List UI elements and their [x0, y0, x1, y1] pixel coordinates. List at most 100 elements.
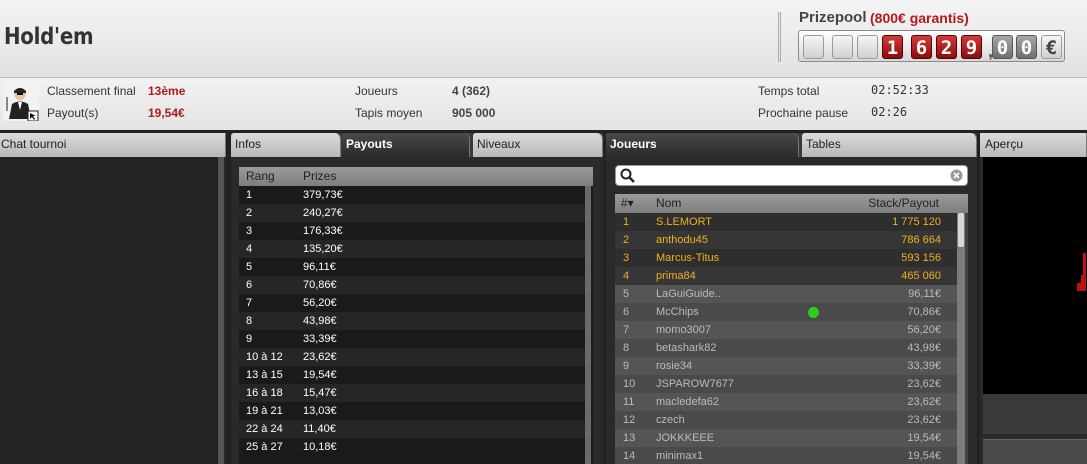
payout-row: 3 176,33€: [239, 222, 585, 240]
online-status-icon: [808, 307, 819, 318]
header-divider: [778, 12, 781, 62]
player-row[interactable]: 1 S.LEMORT 1 775 120: [615, 213, 957, 231]
players-scrollbar[interactable]: [957, 213, 965, 464]
player-stack: 465 060: [901, 270, 941, 282]
prizepool-currency: €: [1041, 35, 1062, 59]
payouts-scrollbar[interactable]: [585, 186, 591, 464]
tab-chat[interactable]: Chat tournoi: [0, 133, 226, 157]
payout-row: 6 70,86€: [239, 276, 585, 294]
tab-joueurs[interactable]: Joueurs: [606, 133, 799, 157]
tab-tables[interactable]: Tables: [802, 133, 977, 157]
payout-rank: 3: [246, 225, 253, 237]
avatar-icon[interactable]: [3, 83, 39, 121]
column-header-rang[interactable]: Rang: [246, 167, 275, 186]
player-name: JOKKKEEE: [656, 432, 715, 444]
payout-prize: 96,11€: [303, 261, 336, 273]
tournament-stats: Classement final 13ème Payout(s) 19,54€ …: [0, 78, 1087, 130]
player-rank: 10: [623, 378, 636, 390]
joueurs-value: 4 (362): [452, 84, 491, 98]
clear-icon[interactable]: [950, 169, 963, 182]
payout-rank: 4: [246, 243, 253, 255]
payout-rank: 8: [246, 315, 253, 327]
prizepool-cent-digit: 0: [1016, 35, 1037, 59]
prizepool-digit: 9: [961, 35, 982, 59]
player-search-field[interactable]: [615, 165, 968, 186]
payout-row: 9 33,39€: [239, 330, 585, 348]
player-stack: 23,62€: [907, 378, 941, 390]
payouts-tabbar: Infos Payouts Niveaux: [231, 133, 603, 157]
player-name: JSPAROW7677: [656, 378, 735, 390]
payout-row: 8 43,98€: [239, 312, 585, 330]
player-stack: 19,54€: [907, 450, 941, 462]
player-row[interactable]: 12 czech 23,62€: [615, 411, 957, 429]
payout-rank: 2: [246, 207, 253, 219]
payouts-panel: Infos Payouts Niveaux Rang Prizes 1 379,7…: [231, 133, 603, 464]
player-stack: 33,39€: [907, 360, 941, 372]
player-rank: 8: [623, 342, 630, 354]
prizepool-digit: 1: [882, 35, 903, 59]
payout-prize: 33,39€: [303, 333, 337, 345]
player-row[interactable]: 2 anthodu45 786 664: [615, 231, 957, 249]
column-header-nom[interactable]: Nom: [656, 194, 681, 213]
payout-value: 19,54€: [148, 106, 185, 120]
player-rank: 5: [623, 288, 630, 300]
tab-niveaux[interactable]: Niveaux: [473, 133, 603, 157]
classement-label: Classement final: [47, 84, 136, 98]
tab-payouts[interactable]: Payouts: [342, 133, 470, 157]
payout-rank: 25 à 27: [246, 441, 283, 453]
payout-row: 10 à 12 23,62€: [239, 348, 585, 366]
player-stack: 23,62€: [907, 396, 941, 408]
player-stack: 23,62€: [907, 414, 941, 426]
player-stack: 19,54€: [907, 432, 941, 444]
player-rank: 9: [623, 360, 630, 372]
player-row[interactable]: 3 Marcus-Titus 593 156: [615, 249, 957, 267]
prizepool-digit: [857, 35, 878, 59]
payout-rank: 10 à 12: [246, 351, 283, 363]
player-rank: 7: [623, 324, 630, 336]
payout-rank: 16 à 18: [246, 387, 283, 399]
payout-row: 22 à 24 11,40€: [239, 420, 585, 438]
payout-prize: 13,03€: [303, 405, 337, 417]
column-header-prizes[interactable]: Prizes: [303, 167, 336, 186]
tab-apercu[interactable]: Aperçu: [980, 133, 1087, 157]
search-icon: [620, 168, 635, 183]
player-name: momo3007: [656, 324, 712, 336]
page-title: Hold'em: [4, 24, 94, 50]
players-scrollbar-thumb[interactable]: [958, 213, 964, 247]
table-preview[interactable]: [983, 157, 1087, 394]
payout-rank: 19 à 21: [246, 405, 283, 417]
payout-prize: 70,86€: [303, 279, 337, 291]
player-name: prima84: [656, 270, 696, 282]
prizepool-label: Prizepool: [799, 9, 867, 26]
player-row[interactable]: 8 betashark82 43,98€: [615, 339, 957, 357]
prizepool-cent-digit: 0: [992, 35, 1013, 59]
payout-rank: 1: [246, 189, 253, 201]
player-rank: 3: [623, 252, 630, 264]
player-name: LaGuiGuide..: [656, 288, 721, 300]
player-row[interactable]: 4 prima84 465 060: [615, 267, 957, 285]
chat-messages[interactable]: [0, 157, 220, 464]
player-rank: 11: [623, 396, 635, 408]
player-row[interactable]: 7 momo3007 56,20€: [615, 321, 957, 339]
player-row[interactable]: 9 rosie34 33,39€: [615, 357, 957, 375]
player-rank: 14: [623, 450, 636, 462]
player-row[interactable]: 14 minimax1 19,54€: [615, 447, 957, 464]
player-name: betashark82: [656, 342, 717, 354]
player-row[interactable]: 5 LaGuiGuide.. 96,11€: [615, 285, 957, 303]
column-header-rank[interactable]: #▾: [621, 194, 634, 213]
player-stack: 1 775 120: [892, 216, 941, 228]
payout-prize: 23,62€: [303, 351, 337, 363]
chat-scrollbar[interactable]: [218, 157, 224, 464]
preview-footer: [983, 394, 1087, 434]
player-row[interactable]: 13 JOKKKEEE 19,54€: [615, 429, 957, 447]
player-row[interactable]: 10 JSPAROW7677 23,62€: [615, 375, 957, 393]
search-input[interactable]: [638, 168, 938, 183]
player-stack: 70,86€: [907, 306, 941, 318]
player-row[interactable]: 11 macledefa62 23,62€: [615, 393, 957, 411]
players-panel: Joueurs Tables #▾ Nom Stack/Payout 1 S.LE…: [606, 133, 977, 464]
player-row[interactable]: 6 McChips 70,86€: [615, 303, 957, 321]
players-table-header: #▾ Nom Stack/Payout: [615, 194, 968, 213]
tab-infos[interactable]: Infos: [231, 133, 341, 157]
column-header-stack[interactable]: Stack/Payout: [868, 194, 939, 213]
apercu-tabbar: Aperçu: [980, 133, 1087, 157]
